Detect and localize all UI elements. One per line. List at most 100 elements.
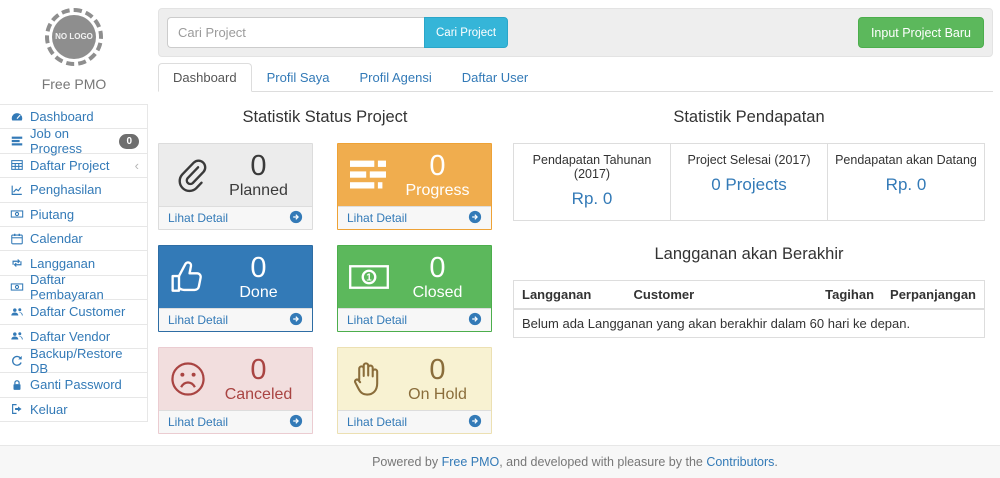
- page-footer: Powered by Free PMO, and developed with …: [0, 445, 1000, 478]
- sidebar-item-backup-restore[interactable]: Backup/Restore DB: [0, 349, 147, 373]
- line-chart-icon: [9, 183, 24, 197]
- footer-text: Powered by Free PMO, and developed with …: [372, 455, 778, 469]
- card-done: 0 Done Lihat Detail: [158, 245, 313, 332]
- refresh-icon: [9, 354, 24, 368]
- done-count: 0: [215, 253, 302, 283]
- on-hold-label: On Hold: [394, 386, 481, 404]
- search-button[interactable]: Cari Project: [424, 17, 508, 48]
- table-icon: [9, 158, 24, 172]
- stat-pendapatan-akan-datang: Pendapatan akan Datang Rp. 0: [828, 144, 984, 220]
- sidebar-item-label: Ganti Password: [30, 377, 122, 392]
- no-logo-text: NO LOGO: [55, 32, 93, 42]
- contributors-link[interactable]: Contributors: [706, 455, 774, 469]
- sidebar-item-penghasilan[interactable]: Penghasilan: [0, 178, 147, 202]
- table-row: Belum ada Langganan yang akan berakhir d…: [514, 309, 985, 338]
- brand-name: Free PMO: [0, 76, 148, 92]
- sidebar-item-label: Daftar Customer: [30, 304, 125, 319]
- tab-bar: Dashboard Profil Saya Profil Agensi Daft…: [158, 63, 993, 92]
- card-on-hold: 0 On Hold Lihat Detail: [337, 347, 492, 434]
- sidebar-item-label: Dashboard: [30, 109, 94, 124]
- users-icon: [9, 329, 24, 343]
- subscription-table: Langganan Customer Tagihan Perpanjangan …: [513, 280, 985, 338]
- col-customer: Customer: [626, 281, 818, 310]
- sidebar-item-label: Piutang: [30, 207, 74, 222]
- closed-detail-link[interactable]: Lihat Detail: [338, 308, 491, 331]
- logo-area: NO LOGO Free PMO: [0, 0, 148, 92]
- dashboard-icon: [9, 110, 24, 124]
- sign-out-icon: [9, 402, 24, 416]
- card-progress: 0 Progress Lihat Detail: [337, 143, 492, 230]
- col-perpanjangan: Perpanjangan: [882, 281, 984, 310]
- sidebar-item-keluar[interactable]: Keluar: [0, 398, 147, 422]
- job-count-badge: 0: [119, 134, 139, 149]
- canceled-detail-link[interactable]: Lihat Detail: [159, 410, 312, 433]
- on-hold-detail-link[interactable]: Lihat Detail: [338, 410, 491, 433]
- money-icon: 1: [348, 260, 394, 294]
- pendapatan-tahunan-value[interactable]: Rp. 0: [520, 189, 664, 209]
- done-detail-link[interactable]: Lihat Detail: [159, 308, 312, 331]
- tab-profil-saya[interactable]: Profil Saya: [252, 63, 345, 92]
- col-langganan: Langganan: [514, 281, 626, 310]
- closed-label: Closed: [394, 284, 481, 302]
- arrow-circle-right-icon: [289, 312, 303, 329]
- sidebar-item-label: Job on Progress: [30, 126, 113, 156]
- svg-text:1: 1: [366, 273, 372, 284]
- progress-detail-link[interactable]: Lihat Detail: [338, 206, 491, 229]
- search-input[interactable]: [167, 17, 424, 48]
- progress-count: 0: [394, 151, 481, 181]
- status-section-title: Statistik Status Project: [158, 108, 492, 127]
- sidebar-item-daftar-customer[interactable]: Daftar Customer: [0, 300, 147, 324]
- sidebar-item-daftar-pembayaran[interactable]: Daftar Pembayaran: [0, 276, 147, 300]
- canceled-count: 0: [215, 355, 302, 385]
- tab-profil-agensi[interactable]: Profil Agensi: [344, 63, 446, 92]
- users-icon: [9, 305, 24, 319]
- no-logo-seal: NO LOGO: [45, 8, 103, 66]
- income-section-title: Statistik Pendapatan: [513, 108, 985, 127]
- input-project-baru-button[interactable]: Input Project Baru: [858, 17, 984, 48]
- sidebar-item-label: Daftar Pembayaran: [30, 272, 139, 302]
- search-panel: Cari Project Input Project Baru: [158, 8, 993, 57]
- income-stats-table: Pendapatan Tahunan (2017) Rp. 0 Project …: [513, 143, 985, 221]
- sidebar-item-label: Backup/Restore DB: [30, 346, 139, 376]
- chevron-left-icon: ‹: [135, 159, 139, 172]
- project-selesai-value[interactable]: 0 Projects: [677, 175, 821, 195]
- on-hold-count: 0: [394, 355, 481, 385]
- card-closed: 1 0 Closed Lihat Detail: [337, 245, 492, 332]
- planned-detail-link[interactable]: Lihat Detail: [159, 206, 312, 229]
- sidebar-item-label: Daftar Vendor: [30, 329, 110, 344]
- sidebar-item-label: Calendar: [30, 231, 83, 246]
- sidebar-item-daftar-project[interactable]: Daftar Project ‹: [0, 154, 147, 178]
- paperclip-icon: [169, 155, 215, 195]
- card-canceled: 0 Canceled Lihat Detail: [158, 347, 313, 434]
- tab-dashboard[interactable]: Dashboard: [158, 63, 252, 92]
- stat-project-selesai: Project Selesai (2017) 0 Projects: [671, 144, 828, 220]
- col-tagihan: Tagihan: [817, 281, 882, 310]
- progress-label: Progress: [394, 182, 481, 200]
- arrow-circle-right-icon: [289, 210, 303, 227]
- pendapatan-akan-datang-value[interactable]: Rp. 0: [834, 175, 978, 195]
- canceled-label: Canceled: [215, 386, 302, 404]
- sidebar-item-job-on-progress[interactable]: Job on Progress 0: [0, 129, 147, 153]
- card-planned: 0 Planned Lihat Detail: [158, 143, 313, 230]
- tasks-icon: [9, 134, 24, 148]
- subscription-section-title: Langganan akan Berakhir: [513, 245, 985, 264]
- sidebar-item-ganti-password[interactable]: Ganti Password: [0, 373, 147, 397]
- planned-label: Planned: [215, 182, 302, 200]
- arrow-circle-right-icon: [468, 210, 482, 227]
- sidebar-item-calendar[interactable]: Calendar: [0, 227, 147, 251]
- free-pmo-link[interactable]: Free PMO: [442, 455, 500, 469]
- sidebar-item-label: Daftar Project: [30, 158, 109, 173]
- money-icon: [9, 207, 24, 221]
- tab-daftar-user[interactable]: Daftar User: [447, 63, 543, 92]
- closed-count: 0: [394, 253, 481, 283]
- lock-icon: [9, 378, 24, 392]
- empty-subscription-message: Belum ada Langganan yang akan berakhir d…: [514, 309, 985, 338]
- arrow-circle-right-icon: [289, 414, 303, 431]
- income-section: Statistik Pendapatan Pendapatan Tahunan …: [513, 106, 985, 434]
- status-cards: 0 Planned Lihat Detail: [158, 143, 492, 434]
- done-label: Done: [215, 284, 302, 302]
- sidebar-item-label: Keluar: [30, 402, 68, 417]
- arrow-circle-right-icon: [468, 312, 482, 329]
- sidebar-item-piutang[interactable]: Piutang: [0, 203, 147, 227]
- sidebar: NO LOGO Free PMO Dashboard Job on Progre…: [0, 0, 148, 422]
